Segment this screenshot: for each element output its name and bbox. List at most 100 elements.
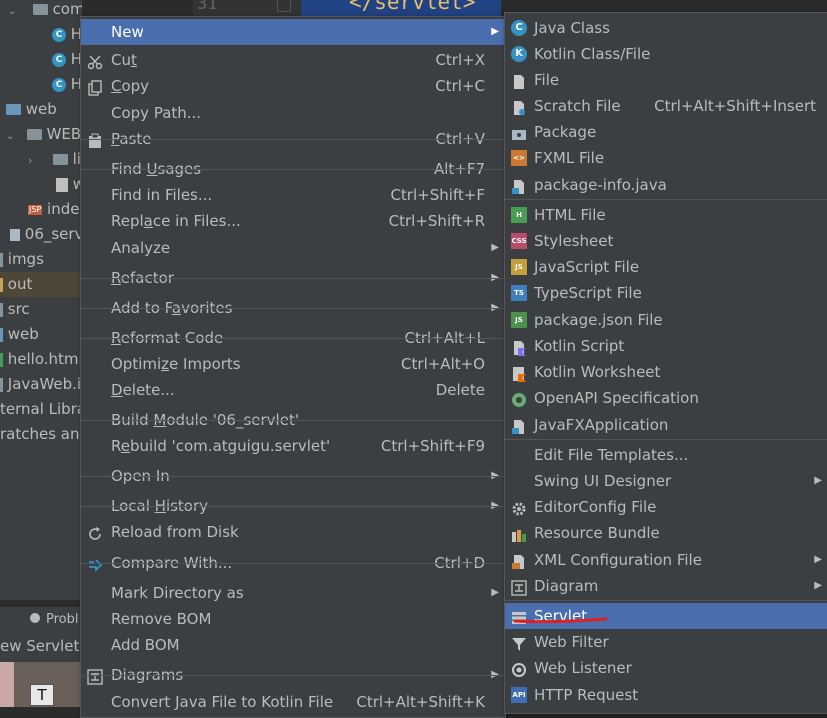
red-underline-annotation — [514, 617, 608, 623]
menu-item-label: Delete... — [111, 381, 175, 399]
tree-item[interactable]: JSP inde — [0, 197, 82, 222]
tree-item[interactable]: w — [0, 172, 82, 197]
context-menu[interactable]: New ▶ Cut Ctrl+X Copy Ctrl+C Copy Path... Paste… — [80, 16, 506, 718]
menu-item-label: Rebuild 'com.atguigu.servlet' — [111, 437, 331, 455]
context-menu-item-optimize-imports[interactable]: Optimize Imports Ctrl+Alt+O — [81, 351, 505, 377]
context-menu-item-rebuild-com-atguigu-servlet[interactable]: Rebuild 'com.atguigu.servlet' Ctrl+Shift+… — [81, 433, 505, 459]
menu-separator — [81, 506, 505, 507]
chevron-down-icon[interactable]: ⌄ — [6, 124, 16, 149]
new-submenu-item-scratch-file[interactable]: Scratch File Ctrl+Alt+Shift+Insert — [505, 93, 827, 119]
file-icon — [56, 177, 68, 192]
openapi-icon — [511, 390, 527, 407]
tree-item[interactable]: C H — [0, 22, 82, 47]
folder-icon — [0, 327, 3, 342]
chevron-down-icon[interactable]: ⌄ — [8, 0, 20, 24]
scratch-file-icon — [511, 98, 527, 115]
tree-item[interactable]: ⌄ com.atguigu.servle — [0, 0, 82, 22]
new-submenu-item-package[interactable]: Package — [505, 119, 827, 145]
line-number: 31 — [197, 0, 218, 14]
new-submenu-item-html-file[interactable]: H HTML File — [505, 202, 827, 228]
new-submenu-item-resource-bundle[interactable]: Resource Bundle — [505, 520, 827, 546]
kotlin-worksheet-icon — [511, 364, 527, 382]
iml-icon — [0, 377, 3, 392]
tree-item[interactable]: out — [0, 272, 82, 297]
new-submenu-item-openapi-specification[interactable]: OpenAPI Specification — [505, 385, 827, 411]
tree-item[interactable]: ratches and — [0, 422, 82, 447]
new-submenu-item-servlet[interactable]: Servlet — [505, 603, 827, 629]
tree-item[interactable]: ternal Libra — [0, 397, 82, 422]
new-submenu-item-file[interactable]: File — [505, 67, 827, 93]
new-submenu-item-fxml-file[interactable]: <> FXML File — [505, 145, 827, 171]
text-icon[interactable]: T — [30, 684, 54, 706]
new-submenu-item-xml-configuration-file[interactable]: XML Configuration File ▶ — [505, 547, 827, 573]
submenu-arrow-icon: ▶ — [814, 580, 822, 591]
new-submenu-item-kotlin-worksheet[interactable]: Kotlin Worksheet — [505, 359, 827, 385]
new-submenu-item-javafxapplication[interactable]: JavaFXApplication — [505, 412, 827, 438]
context-menu-item-analyze[interactable]: Analyze ▶ — [81, 235, 505, 261]
context-menu-item-copy-path[interactable]: Copy Path... — [81, 100, 505, 126]
menu-item-label: XML Configuration File — [534, 551, 702, 569]
tree-item[interactable]: 06_serv — [0, 222, 82, 247]
tree-item[interactable]: › li — [0, 147, 82, 172]
menu-item-label: Kotlin Worksheet — [534, 363, 661, 381]
context-menu-item-convert-java-file-to-kotlin-file[interactable]: Convert Java File to Kotlin File Ctrl+Alt… — [81, 689, 505, 715]
folder-icon — [0, 277, 3, 292]
tree-item[interactable]: src — [0, 297, 82, 322]
new-submenu-item-javascript-file[interactable]: JS JavaScript File — [505, 254, 827, 280]
new-servlet-tab[interactable]: ew Servlet — [0, 634, 82, 662]
menu-item-shortcut: Ctrl+X — [435, 51, 485, 69]
new-submenu-item-kotlin-script[interactable]: Kotlin Script — [505, 333, 827, 359]
menu-item-label: package.json File — [534, 311, 663, 329]
tree-item[interactable]: C H — [0, 47, 82, 72]
context-menu-item-delete[interactable]: Delete... Delete — [81, 377, 505, 403]
chevron-right-icon[interactable]: › — [28, 148, 38, 173]
tree-item[interactable]: web — [0, 97, 82, 122]
fxml-icon: <> — [511, 150, 527, 166]
context-menu-item-copy[interactable]: Copy Ctrl+C — [81, 73, 505, 99]
class-icon: C — [52, 77, 66, 92]
javafx-icon — [511, 417, 527, 434]
new-submenu-item-web-listener[interactable]: Web Listener — [505, 655, 827, 681]
context-menu-item-cut[interactable]: Cut Ctrl+X — [81, 47, 505, 73]
context-menu-item-remove-bom[interactable]: Remove BOM — [81, 606, 505, 632]
new-submenu-item-http-request[interactable]: API HTTP Request — [505, 682, 827, 708]
code-text: </servlet> — [349, 0, 476, 14]
menu-item-shortcut: Ctrl+C — [435, 77, 485, 95]
api-icon: API — [511, 687, 527, 703]
new-submenu-item-edit-file-templates[interactable]: Edit File Templates... — [505, 442, 827, 468]
diagram-icon — [511, 578, 527, 596]
tree-item[interactable]: JavaWeb.i — [0, 372, 82, 397]
context-menu-item-replace-in-files[interactable]: Replace in Files... Ctrl+Shift+R — [81, 208, 505, 234]
tree-item[interactable]: imgs — [0, 247, 82, 272]
fold-marker[interactable] — [277, 0, 291, 12]
code-line[interactable]: </servlet> — [301, 0, 501, 16]
new-submenu-item-web-filter[interactable]: Web Filter — [505, 629, 827, 655]
tree-item[interactable]: hello.html — [0, 347, 82, 372]
tree-item[interactable]: C H — [0, 72, 82, 97]
menu-item-label: Web Filter — [534, 633, 609, 651]
context-menu-item-mark-directory-as[interactable]: Mark Directory as ▶ — [81, 580, 505, 606]
problems-tab[interactable]: Probl — [0, 606, 82, 635]
menu-item-label: Copy — [111, 77, 150, 95]
tree-item[interactable]: web — [0, 322, 82, 347]
new-submenu[interactable]: C Java Class K Kotlin Class/File File Scratch… — [504, 12, 827, 714]
new-submenu-item-stylesheet[interactable]: CSS Stylesheet — [505, 228, 827, 254]
new-submenu-item-diagram[interactable]: Diagram ▶ — [505, 573, 827, 599]
new-submenu-item-swing-ui-designer[interactable]: Swing UI Designer ▶ — [505, 468, 827, 494]
folder-icon — [26, 129, 42, 140]
context-menu-item-reload-from-disk[interactable]: Reload from Disk — [81, 519, 505, 545]
menu-item-label: Optimize Imports — [111, 355, 241, 373]
tree-item[interactable]: ⌄ WEB — [0, 122, 82, 147]
new-submenu-item-package-json-file[interactable]: JS package.json File — [505, 307, 827, 333]
menu-item-label: TypeScript File — [534, 284, 642, 302]
new-submenu-item-kotlin-class-file[interactable]: K Kotlin Class/File — [505, 41, 827, 67]
new-submenu-item-editorconfig-file[interactable]: EditorConfig File — [505, 494, 827, 520]
menu-item-label: Mark Directory as — [111, 584, 244, 602]
new-submenu-item-java-class[interactable]: C Java Class — [505, 15, 827, 41]
context-menu-item-new[interactable]: New ▶ — [81, 19, 505, 45]
context-menu-item-find-in-files[interactable]: Find in Files... Ctrl+Shift+F — [81, 182, 505, 208]
new-submenu-item-package-info-java[interactable]: package-info.java — [505, 172, 827, 198]
project-tree[interactable]: ⌄ com.atguigu.servle C H C H C H web ⌄ W… — [0, 0, 82, 600]
context-menu-item-add-bom[interactable]: Add BOM — [81, 632, 505, 658]
new-submenu-item-typescript-file[interactable]: TS TypeScript File — [505, 280, 827, 306]
